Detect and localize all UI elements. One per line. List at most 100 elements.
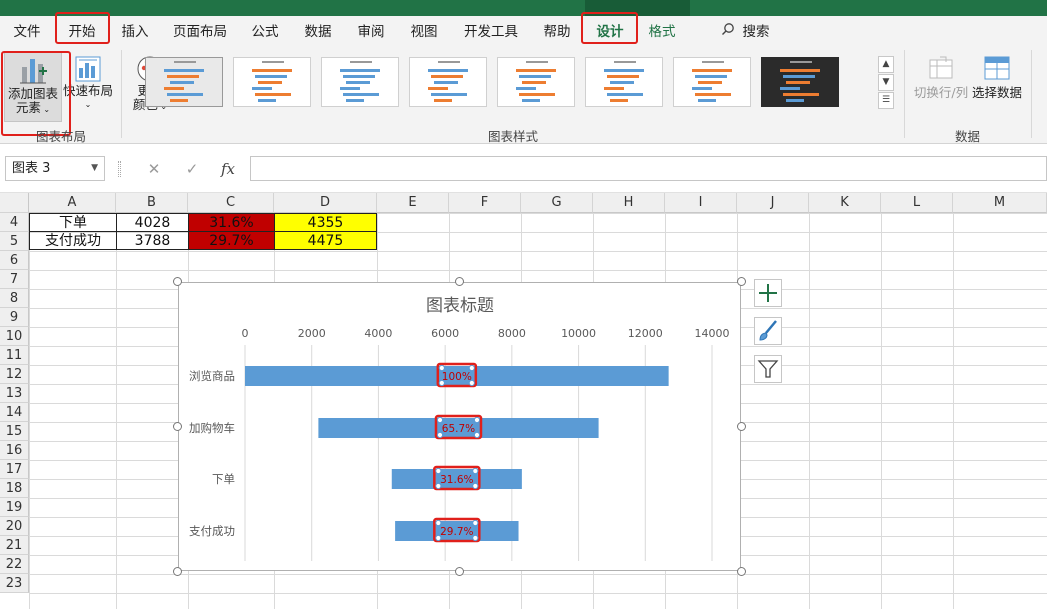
column-header-k[interactable]: K <box>809 193 881 213</box>
cell-d4[interactable]: 4355 <box>274 213 377 232</box>
cell-b4[interactable]: 4028 <box>116 213 189 232</box>
column-header-j[interactable]: J <box>737 193 809 213</box>
row-header-21[interactable]: 21 <box>0 536 29 555</box>
enter-icon[interactable]: ✓ <box>182 159 202 179</box>
resize-handle[interactable] <box>455 277 464 286</box>
chart-styles-button[interactable] <box>754 317 782 345</box>
tab-review[interactable]: 审阅 <box>349 21 393 43</box>
row-header-23[interactable]: 23 <box>0 574 29 593</box>
tab-data[interactable]: 数据 <box>296 21 340 43</box>
resize-handle[interactable] <box>173 422 182 431</box>
select-all-corner[interactable] <box>0 193 29 213</box>
data-label-handle[interactable] <box>438 364 445 372</box>
row-header-15[interactable]: 15 <box>0 422 29 441</box>
cell-a4[interactable]: 下单 <box>29 213 117 232</box>
data-label-handle[interactable] <box>435 467 442 475</box>
tab-file[interactable]: 文件 <box>6 21 48 43</box>
cell-d5[interactable]: 4475 <box>274 231 377 250</box>
chart-style-thumbnail[interactable] <box>761 57 839 107</box>
row-header-18[interactable]: 18 <box>0 479 29 498</box>
column-header-i[interactable]: I <box>665 193 737 213</box>
chart-area[interactable]: 图表标题 0 2000 4000 6000 8000 10000 12000 14000 浏览商品… <box>178 282 741 571</box>
worksheet-grid[interactable]: A B C D E F G H I J K L M 4 5 6 7 8 9 10 11 12 13 14 15 16 17 18 19 2… <box>0 193 1047 609</box>
cell-a5[interactable]: 支付成功 <box>29 231 117 250</box>
resize-handle[interactable] <box>455 567 464 576</box>
column-header-e[interactable]: E <box>377 193 449 213</box>
data-label[interactable]: 65.7% <box>442 423 475 435</box>
data-label-handle[interactable] <box>472 519 479 527</box>
tab-developer[interactable]: 开发工具 <box>456 21 526 43</box>
insert-function-icon[interactable]: fx <box>218 159 238 179</box>
row-header-13[interactable]: 13 <box>0 384 29 403</box>
name-box[interactable]: 图表 3 ▼ <box>5 156 105 181</box>
column-header-g[interactable]: G <box>521 193 593 213</box>
data-label-handle[interactable] <box>436 416 444 424</box>
row-header-22[interactable]: 22 <box>0 555 29 574</box>
row-header-7[interactable]: 7 <box>0 270 29 289</box>
data-label[interactable]: 100% <box>442 371 472 383</box>
resize-handle[interactable] <box>737 277 746 286</box>
quick-layout-button[interactable]: 快速布局 ⌄ <box>62 52 114 122</box>
row-header-20[interactable]: 20 <box>0 517 29 536</box>
resize-handle[interactable] <box>737 422 746 431</box>
gallery-more-icon[interactable]: ☰ <box>878 92 894 109</box>
splitter-handle[interactable] <box>118 161 121 177</box>
cell-c4[interactable]: 31.6% <box>188 213 275 232</box>
gallery-down-icon[interactable]: ▼ <box>878 74 894 91</box>
row-header-5[interactable]: 5 <box>0 232 29 251</box>
chart-style-thumbnail[interactable] <box>233 57 311 107</box>
tab-format[interactable]: 格式 <box>640 21 684 43</box>
chart-style-thumbnail[interactable] <box>409 57 487 107</box>
chart-style-thumbnail[interactable] <box>673 57 751 107</box>
formula-input[interactable] <box>250 156 1047 181</box>
row-header-4[interactable]: 4 <box>0 213 29 232</box>
data-label[interactable]: 31.6% <box>440 474 473 486</box>
gallery-up-icon[interactable]: ▲ <box>878 56 894 73</box>
column-header-c[interactable]: C <box>188 193 274 213</box>
tab-design[interactable]: 设计 <box>587 21 633 44</box>
row-header-8[interactable]: 8 <box>0 289 29 308</box>
data-label-handle[interactable] <box>435 519 442 527</box>
row-header-6[interactable]: 6 <box>0 251 29 270</box>
row-header-19[interactable]: 19 <box>0 498 29 517</box>
chart-title[interactable]: 图表标题 <box>426 296 494 316</box>
chart-style-thumbnail[interactable] <box>585 57 663 107</box>
tell-me-search[interactable]: 搜索 <box>710 21 780 43</box>
column-header-h[interactable]: H <box>593 193 665 213</box>
data-label[interactable]: 29.7% <box>440 526 473 538</box>
row-header-17[interactable]: 17 <box>0 460 29 479</box>
row-header-16[interactable]: 16 <box>0 441 29 460</box>
data-label-handle[interactable] <box>472 467 479 475</box>
tab-help[interactable]: 帮助 <box>535 21 579 43</box>
row-header-9[interactable]: 9 <box>0 308 29 327</box>
select-data-button[interactable]: 选择数据 <box>970 52 1024 112</box>
chart-styles-gallery[interactable] <box>145 54 875 110</box>
data-label-handle[interactable] <box>468 364 475 372</box>
tab-home[interactable]: 开始 <box>60 21 104 43</box>
data-label-handle[interactable] <box>473 416 481 424</box>
column-header-m[interactable]: M <box>953 193 1047 213</box>
chart-filters-button[interactable] <box>754 355 782 383</box>
column-header-d[interactable]: D <box>274 193 377 213</box>
tab-view[interactable]: 视图 <box>402 21 446 43</box>
cell-b5[interactable]: 3788 <box>116 231 189 250</box>
tab-insert[interactable]: 插入 <box>113 21 157 43</box>
chart-style-thumbnail[interactable] <box>497 57 575 107</box>
row-header-12[interactable]: 12 <box>0 365 29 384</box>
row-header-14[interactable]: 14 <box>0 403 29 422</box>
resize-handle[interactable] <box>173 277 182 286</box>
column-header-a[interactable]: A <box>29 193 116 213</box>
cancel-icon[interactable]: ✕ <box>144 159 164 179</box>
switch-row-column-button[interactable]: 切换行/列 <box>912 52 970 112</box>
tab-page-layout[interactable]: 页面布局 <box>166 21 234 43</box>
chart-style-thumbnail[interactable] <box>145 57 223 107</box>
column-header-b[interactable]: B <box>116 193 188 213</box>
add-chart-element-button[interactable]: 添加图表 元素 ⌄ <box>4 52 62 122</box>
chart-elements-button[interactable] <box>754 279 782 307</box>
resize-handle[interactable] <box>173 567 182 576</box>
chart-style-thumbnail[interactable] <box>321 57 399 107</box>
row-header-10[interactable]: 10 <box>0 327 29 346</box>
row-header-11[interactable]: 11 <box>0 346 29 365</box>
resize-handle[interactable] <box>737 567 746 576</box>
tab-formulas[interactable]: 公式 <box>243 21 287 43</box>
